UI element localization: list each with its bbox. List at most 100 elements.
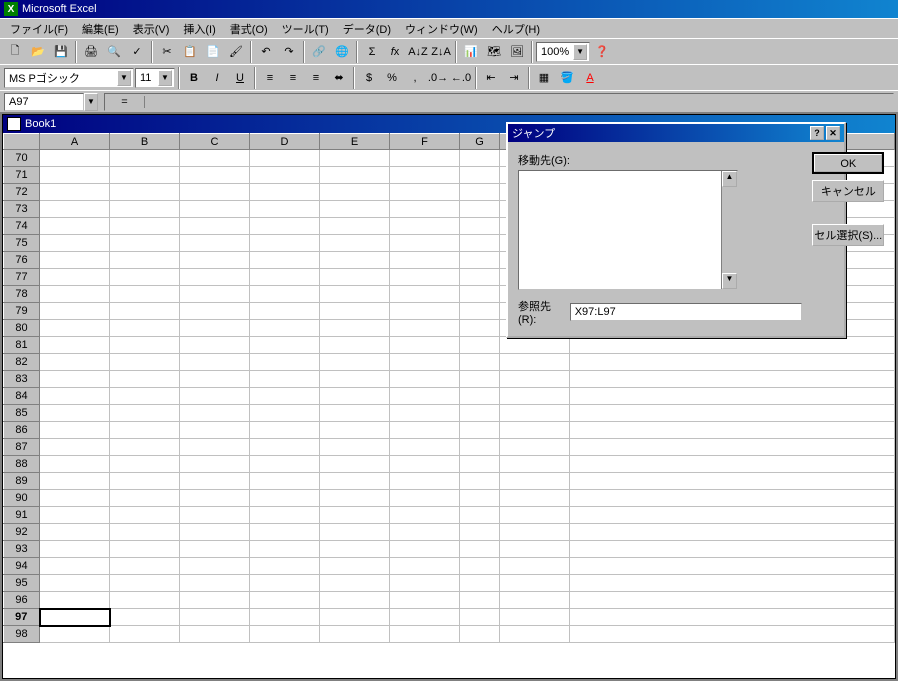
cell[interactable] <box>110 218 180 235</box>
cell[interactable] <box>110 575 180 592</box>
goto-listbox[interactable]: ▲ ▼ <box>518 170 738 290</box>
row-header[interactable]: 90 <box>4 490 40 507</box>
row-header[interactable]: 95 <box>4 575 40 592</box>
cell[interactable] <box>320 558 390 575</box>
cell[interactable] <box>40 235 110 252</box>
cell[interactable] <box>500 575 570 592</box>
col-header[interactable]: F <box>390 134 460 150</box>
cell[interactable] <box>180 626 250 643</box>
cell[interactable] <box>180 286 250 303</box>
cell[interactable] <box>460 201 500 218</box>
paste-icon[interactable]: 📄 <box>202 41 224 63</box>
row-header[interactable]: 87 <box>4 439 40 456</box>
cell[interactable] <box>320 524 390 541</box>
cell[interactable] <box>460 167 500 184</box>
row-header[interactable]: 92 <box>4 524 40 541</box>
cell[interactable] <box>460 626 500 643</box>
cell[interactable] <box>40 592 110 609</box>
cell[interactable] <box>460 439 500 456</box>
cell[interactable] <box>180 235 250 252</box>
cell[interactable] <box>320 235 390 252</box>
cell[interactable] <box>320 422 390 439</box>
cell[interactable] <box>320 337 390 354</box>
cell[interactable] <box>390 235 460 252</box>
cell[interactable] <box>460 371 500 388</box>
cell[interactable] <box>180 558 250 575</box>
cell[interactable] <box>320 167 390 184</box>
cell[interactable] <box>460 235 500 252</box>
undo-icon[interactable]: ↶ <box>255 41 277 63</box>
cell[interactable] <box>460 286 500 303</box>
cell[interactable] <box>320 541 390 558</box>
cell[interactable] <box>570 473 895 490</box>
cell[interactable] <box>390 524 460 541</box>
cell[interactable] <box>390 507 460 524</box>
cell[interactable] <box>250 337 320 354</box>
cell[interactable] <box>570 626 895 643</box>
cell[interactable] <box>320 218 390 235</box>
cell[interactable] <box>460 218 500 235</box>
cell[interactable] <box>110 235 180 252</box>
cell[interactable] <box>180 337 250 354</box>
cancel-button[interactable]: キャンセル <box>812 180 884 202</box>
cell[interactable] <box>180 320 250 337</box>
row-header[interactable]: 79 <box>4 303 40 320</box>
menu-data[interactable]: データ(D) <box>337 19 397 39</box>
cell[interactable] <box>180 371 250 388</box>
menu-view[interactable]: 表示(V) <box>127 19 176 39</box>
sort-desc-icon[interactable]: Z↓A <box>430 41 452 63</box>
cell[interactable] <box>390 150 460 167</box>
cell[interactable] <box>110 439 180 456</box>
row-header[interactable]: 80 <box>4 320 40 337</box>
cell[interactable] <box>180 201 250 218</box>
cell[interactable] <box>500 473 570 490</box>
cell[interactable] <box>390 592 460 609</box>
cell[interactable] <box>390 371 460 388</box>
autosum-icon[interactable]: Σ <box>361 41 383 63</box>
decrease-decimal-icon[interactable]: ←.0 <box>450 67 472 89</box>
cell[interactable] <box>390 490 460 507</box>
cell[interactable] <box>460 388 500 405</box>
cell[interactable] <box>180 388 250 405</box>
col-header[interactable]: G <box>460 134 500 150</box>
cell[interactable] <box>500 524 570 541</box>
cell[interactable] <box>320 201 390 218</box>
cell[interactable] <box>390 303 460 320</box>
cell[interactable] <box>250 150 320 167</box>
cell[interactable] <box>390 320 460 337</box>
cell[interactable] <box>180 405 250 422</box>
row-header[interactable]: 91 <box>4 507 40 524</box>
cell[interactable] <box>570 371 895 388</box>
cell[interactable] <box>570 337 895 354</box>
cell[interactable] <box>40 575 110 592</box>
cell[interactable] <box>180 422 250 439</box>
cell[interactable] <box>570 490 895 507</box>
cell[interactable] <box>570 405 895 422</box>
help-icon[interactable]: ? <box>810 126 824 140</box>
cell[interactable] <box>110 456 180 473</box>
cell[interactable] <box>40 320 110 337</box>
cell[interactable] <box>40 456 110 473</box>
row-header[interactable]: 93 <box>4 541 40 558</box>
cell[interactable] <box>40 541 110 558</box>
font-combo[interactable]: MS Pゴシック ▼ <box>4 68 134 88</box>
cell[interactable] <box>570 422 895 439</box>
cell[interactable] <box>250 456 320 473</box>
cell[interactable] <box>180 303 250 320</box>
cell[interactable] <box>40 201 110 218</box>
cell[interactable] <box>250 626 320 643</box>
chevron-down-icon[interactable]: ▼ <box>117 70 131 86</box>
cell[interactable] <box>500 456 570 473</box>
cell[interactable] <box>180 541 250 558</box>
cell[interactable] <box>320 184 390 201</box>
cell[interactable] <box>460 337 500 354</box>
cell[interactable] <box>40 184 110 201</box>
cell[interactable] <box>320 405 390 422</box>
spell-icon[interactable]: ✓ <box>126 41 148 63</box>
cell[interactable] <box>110 371 180 388</box>
menu-tools[interactable]: ツール(T) <box>276 19 335 39</box>
cell[interactable] <box>250 235 320 252</box>
cell[interactable] <box>250 269 320 286</box>
cell[interactable] <box>320 575 390 592</box>
chevron-down-icon[interactable]: ▼ <box>573 44 587 60</box>
